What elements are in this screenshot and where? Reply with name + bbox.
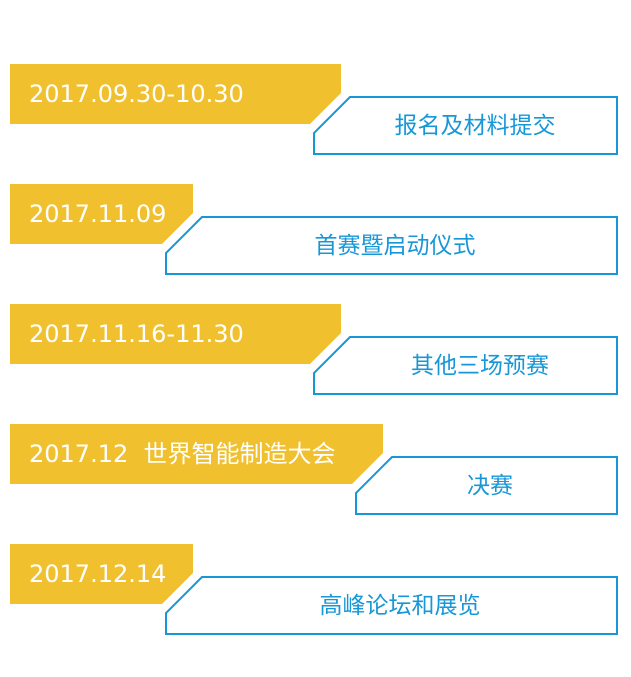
- date-label: 2017.09.30-10.30: [29, 80, 244, 108]
- event-label: 高峰论坛和展览: [319, 593, 481, 619]
- date-label: 2017.12.14: [29, 560, 167, 588]
- event-label: 决赛: [467, 473, 513, 499]
- date-label: 2017.11.09: [29, 200, 167, 228]
- timeline-item: 2017.11.16-11.30 其他三场预赛: [0, 304, 631, 404]
- event-label: 首赛暨启动仪式: [314, 233, 476, 259]
- timeline-item: 2017.09.30-10.30 报名及材料提交: [0, 64, 631, 164]
- timeline-item: 2017.12 世界智能制造大会 决赛: [0, 424, 631, 524]
- timeline-item: 2017.11.09 首赛暨启动仪式: [0, 184, 631, 284]
- event-label: 报名及材料提交: [394, 113, 556, 139]
- schedule-timeline: 2017.09.30-10.30 报名及材料提交 2017.11.09 首赛暨启…: [0, 0, 631, 677]
- date-label: 2017.12 世界智能制造大会: [29, 440, 336, 468]
- date-label: 2017.11.16-11.30: [29, 320, 244, 348]
- event-label: 其他三场预赛: [411, 353, 549, 379]
- timeline-item: 2017.12.14 高峰论坛和展览: [0, 544, 631, 644]
